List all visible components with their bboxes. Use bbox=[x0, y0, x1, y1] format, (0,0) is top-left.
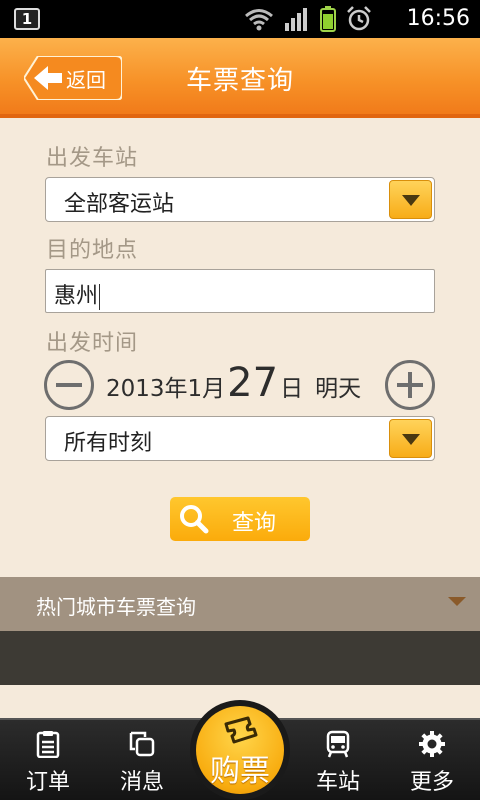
time-slot-value: 所有时刻 bbox=[64, 431, 153, 456]
status-icons bbox=[244, 6, 372, 32]
date-day-suffix: 日 bbox=[280, 376, 304, 402]
previous-day-button[interactable] bbox=[44, 360, 94, 410]
departure-station-select[interactable]: 全部客运站 bbox=[45, 177, 435, 222]
nav-more[interactable]: 更多 bbox=[384, 720, 480, 800]
departure-station-label: 出发车站 bbox=[46, 146, 139, 171]
page-title: 车票查询 bbox=[185, 66, 294, 96]
date-display: 2013年1月 27 日 明天 bbox=[106, 360, 361, 410]
text-caret bbox=[99, 284, 101, 310]
departure-station-value: 全部客运站 bbox=[64, 192, 175, 217]
buy-ticket-label: 购票 bbox=[210, 754, 270, 789]
wifi-icon bbox=[245, 9, 273, 31]
query-button[interactable]: 查询 bbox=[170, 497, 310, 541]
date-day: 27 bbox=[227, 360, 279, 406]
nav-messages[interactable]: 消息 bbox=[94, 720, 190, 800]
destination-input[interactable]: 惠州 bbox=[45, 269, 435, 313]
chevron-down-icon bbox=[448, 597, 466, 606]
dropdown-arrow-icon[interactable] bbox=[389, 419, 432, 458]
destination-value: 惠州 bbox=[54, 284, 101, 310]
status-time: 16:56 bbox=[406, 6, 470, 31]
notification-icon: 1 bbox=[14, 8, 40, 30]
search-icon bbox=[180, 505, 209, 534]
clipboard-icon bbox=[36, 731, 60, 758]
hot-cities-toggle[interactable]: 热门城市车票查询 bbox=[0, 577, 480, 631]
nav-station[interactable]: 车站 bbox=[290, 720, 386, 800]
messages-icon bbox=[129, 731, 155, 757]
dropdown-arrow-icon[interactable] bbox=[389, 180, 432, 219]
nav-orders-label: 订单 bbox=[25, 770, 70, 795]
next-day-button[interactable] bbox=[385, 360, 435, 410]
date-relative: 明天 bbox=[315, 376, 362, 402]
departure-time-label: 出发时间 bbox=[46, 331, 139, 356]
nav-station-label: 车站 bbox=[315, 770, 360, 795]
battery-icon bbox=[320, 6, 336, 32]
title-bar: 返回 车票查询 bbox=[0, 38, 480, 118]
gear-icon bbox=[419, 731, 445, 757]
buy-ticket-face: 购票 bbox=[196, 706, 284, 794]
time-slot-select[interactable]: 所有时刻 bbox=[45, 416, 435, 461]
date-selector: 2013年1月 27 日 明天 bbox=[44, 360, 436, 412]
hot-cities-label: 热门城市车票查询 bbox=[36, 595, 196, 619]
nav-more-label: 更多 bbox=[409, 770, 454, 795]
signal-icon bbox=[285, 8, 307, 31]
hot-cities-panel bbox=[0, 631, 480, 685]
buy-ticket-button[interactable]: 购票 bbox=[190, 700, 290, 800]
ticket-icon bbox=[224, 716, 258, 744]
nav-orders[interactable]: 订单 bbox=[0, 720, 96, 800]
date-year-month: 2013年1月 bbox=[106, 376, 226, 402]
destination-label: 目的地点 bbox=[46, 238, 139, 263]
status-bar: 1 16:56 bbox=[0, 0, 480, 38]
query-label: 查询 bbox=[232, 511, 277, 536]
alarm-icon bbox=[347, 6, 371, 31]
nav-messages-label: 消息 bbox=[119, 770, 164, 795]
bus-icon bbox=[326, 730, 350, 758]
